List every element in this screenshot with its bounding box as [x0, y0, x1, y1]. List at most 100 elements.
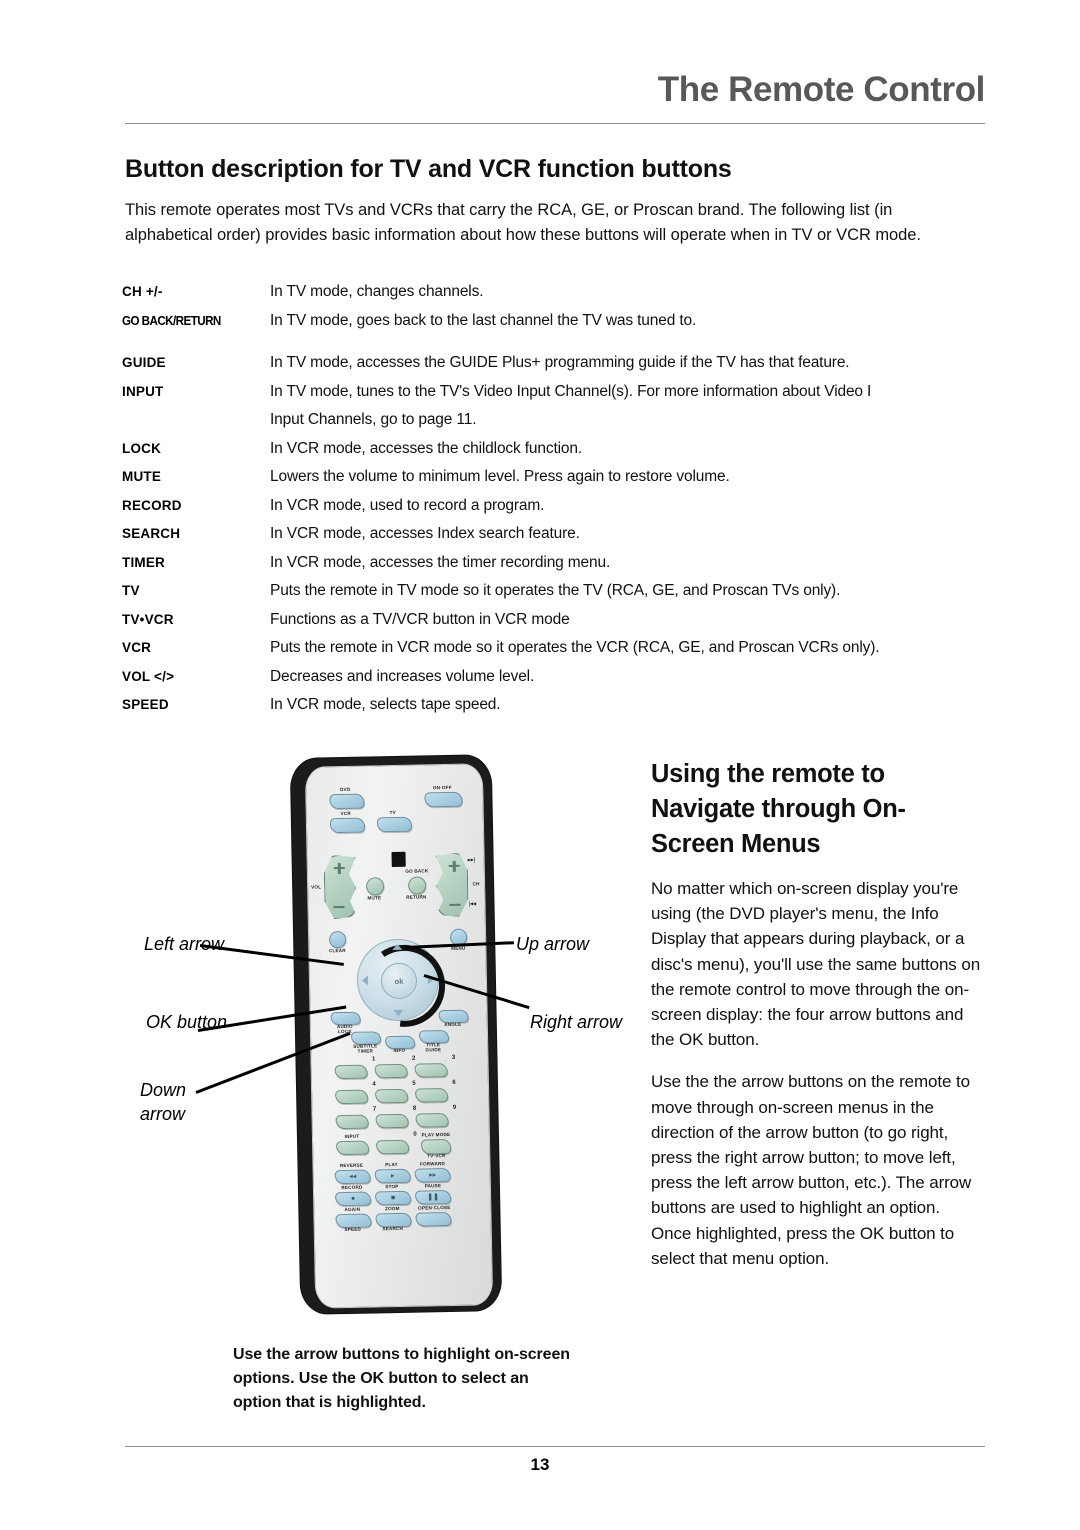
remote-label-8: 8: [412, 1105, 417, 1112]
remote-vol-minus: [333, 905, 345, 909]
remote-label-input: INPUT: [344, 1133, 360, 1140]
page-header: The Remote Control: [125, 70, 986, 109]
remote-label-stop: STOP: [385, 1183, 399, 1190]
definition-row: VOL </> Decreases and increases volume l…: [122, 663, 992, 692]
definition-term: MUTE: [122, 469, 162, 484]
remote-label-angle: ANGLE: [444, 1021, 462, 1028]
definition-term: VOL </>: [122, 668, 175, 684]
definition-row: VCR Puts the remote in VCR mode so it op…: [122, 634, 992, 663]
definition-description: Puts the remote in VCR mode so it operat…: [270, 639, 880, 656]
callout-left-arrow: Left arrow: [144, 934, 225, 954]
definition-description: In TV mode, goes back to the last channe…: [270, 311, 697, 329]
definition-row: TIMER In VCR mode, accesses the timer re…: [122, 549, 992, 578]
definition-description: In VCR mode, accesses the timer recordin…: [270, 553, 611, 571]
right-column-paragraph-2: Use the the arrow buttons on the remote …: [651, 1072, 972, 1268]
definition-term: RECORD: [122, 497, 182, 513]
remote-label-5: 5: [412, 1080, 417, 1087]
definition-row: CH +/- In TV mode, changes channels.: [122, 278, 992, 307]
definition-description: In VCR mode, accesses Index search featu…: [270, 525, 580, 542]
definition-term: CH +/-: [122, 284, 163, 299]
down-arrow-icon[interactable]: [393, 1009, 404, 1017]
remote-label-vol: VOL: [311, 884, 322, 890]
definition-term: TIMER: [122, 554, 165, 570]
remote-label-go-back: GO BACK: [405, 868, 429, 874]
remote-button-on-off[interactable]: [424, 791, 463, 808]
definition-term: TV•VCR: [122, 611, 174, 627]
remote-label-title-guide: TITLE GUIDE: [425, 1042, 442, 1053]
play-icon: ▸: [390, 1172, 395, 1180]
definition-description: In TV mode, accesses the GUIDE Plus+ pro…: [270, 354, 850, 371]
remote-button-0[interactable]: [376, 1139, 410, 1155]
remote-label-zoom: ZOOM: [384, 1205, 400, 1212]
definition-description: In TV mode, tunes to the TV's Video Inpu…: [270, 378, 992, 435]
remote-button-stop[interactable]: ■: [375, 1190, 412, 1206]
definition-description: Functions as a TV/VCR button in VCR mode: [270, 610, 570, 628]
definition-row: GUIDE In TV mode, accesses the GUIDE Plu…: [122, 349, 992, 378]
remote-button-9[interactable]: [415, 1113, 449, 1128]
remote-button-1[interactable]: [334, 1064, 368, 1080]
remote-button-2[interactable]: [374, 1063, 408, 1079]
section-title: Button description for TV and VCR functi…: [125, 155, 732, 183]
rewind-icon: ◂◂: [349, 1173, 357, 1181]
page-number: 13: [530, 1455, 550, 1474]
remote-button-record[interactable]: ●: [335, 1191, 372, 1207]
definition-description: Lowers the volume to minimum level. Pres…: [270, 468, 730, 485]
remote-button-dvd[interactable]: [329, 793, 365, 810]
remote-button-open-close[interactable]: [415, 1211, 452, 1227]
definition-row: RECORD In VCR mode, used to record a pro…: [122, 492, 992, 521]
definition-term: TV: [122, 583, 140, 598]
remote-navigation-pad[interactable]: ok: [346, 928, 462, 1044]
remote-button-clear[interactable]: [329, 930, 347, 949]
record-icon: ●: [350, 1195, 356, 1203]
remote-label-return: RETURN: [406, 894, 427, 900]
remote-label-search: SEARCH: [382, 1225, 404, 1232]
remote-label-tv: TV: [389, 809, 396, 816]
remote-button-forward[interactable]: ▸▸: [414, 1167, 451, 1183]
remote-button-tv[interactable]: [376, 816, 413, 833]
remote-label-open-close: OPEN·CLOSE: [418, 1204, 451, 1211]
definition-term: VCR: [122, 640, 152, 655]
remote-label-1: 1: [371, 1056, 376, 1063]
definition-row: LOCK In VCR mode, accesses the childlock…: [122, 435, 992, 464]
definition-term: GO BACK/RETURN: [122, 313, 221, 328]
left-arrow-icon[interactable]: [361, 975, 369, 986]
remote-button-5[interactable]: [375, 1088, 409, 1104]
up-arrow-icon[interactable]: [392, 943, 403, 951]
remote-label-record: RECORD: [341, 1184, 363, 1191]
remote-label-forward: FORWARD: [419, 1161, 446, 1167]
remote-label-ch: CH: [472, 881, 480, 887]
remote-label-2: 2: [411, 1055, 416, 1062]
remote-button-8[interactable]: [375, 1113, 409, 1129]
footer-divider: [125, 1446, 985, 1447]
remote-label-tv-vcr: TV·VCR: [427, 1153, 446, 1159]
remote-button-play[interactable]: ▸: [374, 1168, 411, 1184]
remote-button-reverse[interactable]: ◂◂: [334, 1169, 371, 1185]
remote-button-mute[interactable]: [365, 877, 385, 896]
definition-description-line2: Input Channels, go to page 11.: [270, 411, 477, 428]
callout-down-arrow: Down arrow: [140, 1080, 187, 1124]
remote-button-return[interactable]: [407, 876, 427, 895]
remote-button-vcr[interactable]: [329, 817, 366, 834]
remote-faceplate: DVD ON·OFF VCR TV VOL CH ▸▸| |◂◂ MUTE GO…: [304, 763, 494, 1309]
remote-button-pause[interactable]: ❚❚: [415, 1189, 452, 1205]
stop-icon: ■: [390, 1194, 396, 1202]
remote-label-again: AGAIN: [344, 1206, 361, 1213]
button-definition-list: CH +/- In TV mode, changes channels. GO …: [122, 278, 992, 720]
definition-description: Puts the remote in TV mode so it operate…: [270, 582, 841, 599]
definition-row: TV Puts the remote in TV mode so it oper…: [122, 577, 992, 606]
definition-row: GO BACK/RETURN In TV mode, goes back to …: [122, 307, 992, 336]
definition-description-line1: In TV mode, tunes to the TV's Video Inpu…: [270, 382, 872, 400]
remote-button-7[interactable]: [335, 1114, 369, 1130]
definition-description: In VCR mode, used to record a program.: [270, 496, 545, 514]
remote-button-6[interactable]: [415, 1088, 449, 1103]
remote-vol-plus-v: [338, 862, 341, 874]
remote-button-input[interactable]: [336, 1140, 370, 1156]
definition-term: SEARCH: [122, 526, 181, 541]
callout-ok-button: OK button: [146, 1012, 228, 1032]
remote-button-3[interactable]: [414, 1063, 448, 1078]
definition-description: Decreases and increases volume level.: [270, 667, 535, 685]
page-header-title: The Remote Control: [657, 70, 986, 109]
remote-button-4[interactable]: [335, 1089, 369, 1105]
right-column-paragraph-1: No matter which on-screen display you're…: [651, 879, 981, 1050]
remote-control-illustration: DVD ON·OFF VCR TV VOL CH ▸▸| |◂◂ MUTE GO…: [290, 755, 511, 1317]
